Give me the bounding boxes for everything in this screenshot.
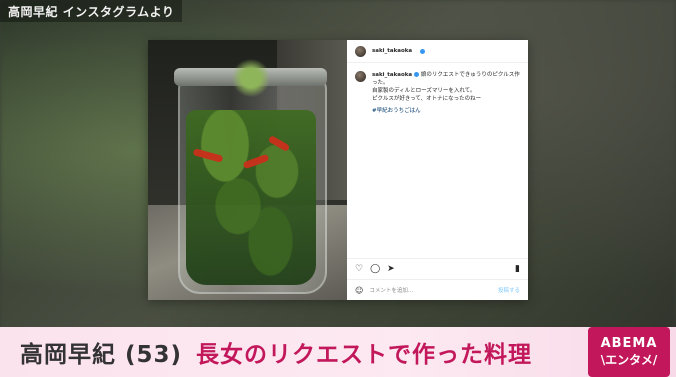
comment-input[interactable]: コメントを追加... [369,286,413,294]
caption-avatar[interactable] [355,71,366,82]
verified-icon [420,48,426,54]
post-photo [148,40,347,300]
heart-icon[interactable]: ♡ [355,264,363,274]
caption: saki_takaoka 娘のリクエストできゅうりのピクルス作った。 自家製のデ… [347,63,528,115]
post-sidebar: saki_takaoka saki_takaoka 娘のリクエストできゅうりのピ… [347,40,528,300]
share-icon[interactable]: ➤ [387,264,395,274]
comment-row: ☺ コメントを追加... 投稿する [347,279,528,300]
instagram-post: saki_takaoka saki_takaoka 娘のリクエストできゅうりのピ… [148,40,528,300]
lower-third-caption: 高岡早紀 (53) 長女のリクエストで作った料理 [0,327,676,377]
caption-line: 自家製のディルとローズマリーを入れて。 [372,88,476,94]
hashtag-link[interactable]: #早紀おうちごはん [372,107,520,115]
logo-line-1: ABEMA [600,336,658,351]
post-header: saki_takaoka [347,40,528,63]
action-bar: ♡ ◯ ➤ ▮ [347,258,528,279]
caption-line: ピクルスが好きって、オトナになったのねー [372,96,482,102]
smile-icon[interactable]: ☺ [355,286,363,295]
lower-third-name: 高岡早紀 (53) [20,342,183,368]
post-username[interactable]: saki_takaoka [372,48,412,54]
post-comment-button[interactable]: 投稿する [498,286,520,294]
verified-icon [414,72,420,77]
bookmark-icon[interactable]: ▮ [515,264,520,274]
lower-third-subtitle: 長女のリクエストで作った料理 [196,342,533,368]
abema-logo: ABEMA \エンタメ/ [588,327,670,377]
comment-icon[interactable]: ◯ [370,264,380,274]
logo-line-2: \エンタメ/ [600,353,658,367]
source-label: 高岡早紀 インスタグラムより [0,0,183,22]
pickles [186,110,316,285]
caption-username[interactable]: saki_takaoka [372,72,412,78]
avatar[interactable] [355,45,366,57]
dill-sprig [226,58,276,98]
